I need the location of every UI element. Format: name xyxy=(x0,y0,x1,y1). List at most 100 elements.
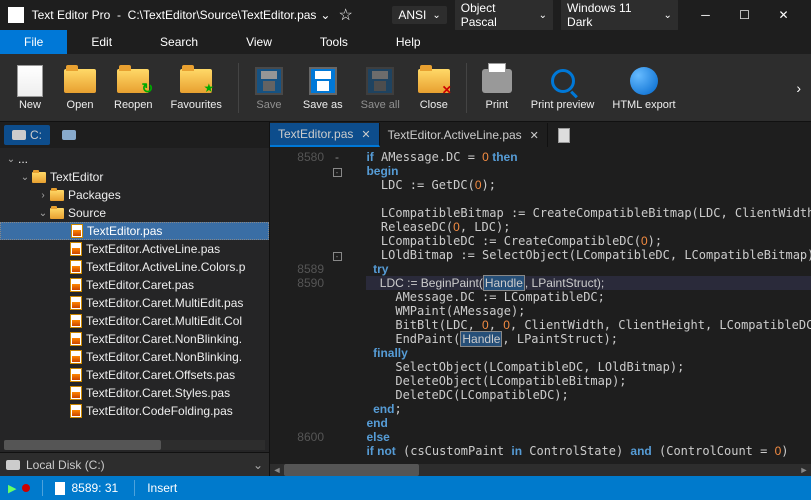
new-page-icon xyxy=(558,128,570,143)
folder-icon xyxy=(50,190,64,201)
menu-tools[interactable]: Tools xyxy=(296,30,372,54)
code-area[interactable]: if AMessage.DC = 0 then begin LDC := Get… xyxy=(344,148,811,476)
save-as-icon xyxy=(309,67,337,95)
globe-icon xyxy=(630,67,658,95)
close-button[interactable]: ✕ xyxy=(764,0,803,30)
tree-file[interactable]: TextEditor.Caret.MultiEdit.pas xyxy=(0,294,269,312)
side-panel: C: ⌄... ⌄TextEditor ›Packages ⌄Source Te… xyxy=(0,122,270,476)
editor-tabs: TextEditor.pas✕ TextEditor.ActiveLine.pa… xyxy=(270,122,811,148)
tree-file[interactable]: TextEditor.ActiveLine.pas xyxy=(0,240,269,258)
tree-file[interactable]: TextEditor.Caret.NonBlinking. xyxy=(0,330,269,348)
printer-icon xyxy=(482,69,512,93)
app-icon xyxy=(8,7,24,23)
magnifier-icon xyxy=(551,69,575,93)
title-dropdown[interactable]: ⌄ xyxy=(320,8,330,22)
print-preview-button[interactable]: Print preview xyxy=(523,63,603,113)
favourites-button[interactable]: Favourites xyxy=(163,63,230,113)
tree-file[interactable]: TextEditor.pas xyxy=(0,222,269,240)
minimize-button[interactable]: ─ xyxy=(686,0,725,30)
menu-search[interactable]: Search xyxy=(136,30,222,54)
line-gutter: 8580 85898590 8600 xyxy=(270,148,330,476)
menu-help[interactable]: Help xyxy=(372,30,445,54)
record-icon[interactable] xyxy=(22,484,30,492)
pascal-file-icon xyxy=(70,242,82,256)
tree-file[interactable]: TextEditor.Caret.pas xyxy=(0,276,269,294)
theme-combo[interactable]: Windows 11 Dark⌄ xyxy=(561,0,678,31)
pascal-file-icon xyxy=(70,278,82,292)
save-as-button[interactable]: Save as xyxy=(295,63,351,113)
tree-file[interactable]: TextEditor.Caret.NonBlinking. xyxy=(0,348,269,366)
folder-icon xyxy=(32,172,46,183)
reopen-button[interactable]: Reopen xyxy=(106,63,161,113)
html-export-button[interactable]: HTML export xyxy=(604,63,683,113)
fold-column[interactable]: -- - xyxy=(330,148,344,476)
print-button[interactable]: Print xyxy=(473,63,521,113)
ribbon-overflow[interactable]: › xyxy=(792,80,805,96)
tree-folder-root[interactable]: ⌄TextEditor xyxy=(0,168,269,186)
play-icon[interactable]: ▶ xyxy=(8,482,16,495)
close-tab-icon[interactable]: ✕ xyxy=(361,128,370,141)
folder-open-icon xyxy=(64,69,96,93)
save-button: Save xyxy=(245,63,293,113)
new-button[interactable]: New xyxy=(6,63,54,113)
drive-bar[interactable]: Local Disk (C:) ⌄ xyxy=(0,452,269,476)
tree-folder-source[interactable]: ⌄Source xyxy=(0,204,269,222)
drive-tab[interactable]: C: xyxy=(4,125,50,145)
menu-file[interactable]: File xyxy=(0,30,67,54)
ribbon: New Open Reopen Favourites Save Save as … xyxy=(0,54,811,122)
editor-tab-1[interactable]: TextEditor.pas✕ xyxy=(270,123,380,147)
new-file-icon xyxy=(17,65,43,97)
menu-view[interactable]: View xyxy=(222,30,296,54)
close-file-button[interactable]: Close xyxy=(410,63,458,113)
save-icon xyxy=(255,67,283,95)
pascal-file-icon xyxy=(70,314,82,328)
tree-folder-packages[interactable]: ›Packages xyxy=(0,186,269,204)
menubar: File Edit Search View Tools Help xyxy=(0,30,811,54)
panel-icon xyxy=(62,130,76,140)
drive-icon xyxy=(6,460,20,470)
page-icon xyxy=(55,482,65,495)
encoding-combo[interactable]: ANSI⌄ xyxy=(392,6,446,24)
new-tab-button[interactable] xyxy=(554,125,574,145)
side-tabs: C: xyxy=(0,122,269,148)
pascal-file-icon xyxy=(70,332,82,346)
tree-file[interactable]: TextEditor.Caret.MultiEdit.Col xyxy=(0,312,269,330)
tree-file[interactable]: TextEditor.Caret.Offsets.pas xyxy=(0,366,269,384)
pascal-file-icon xyxy=(70,386,82,400)
file-tree[interactable]: ⌄... ⌄TextEditor ›Packages ⌄Source TextE… xyxy=(0,148,269,452)
tree-file[interactable]: TextEditor.ActiveLine.Colors.p xyxy=(0,258,269,276)
other-tab[interactable] xyxy=(54,127,88,143)
pascal-file-icon xyxy=(70,368,82,382)
tree-file[interactable]: TextEditor.Caret.Styles.pas xyxy=(0,384,269,402)
maximize-button[interactable]: ☐ xyxy=(725,0,764,30)
titlebar: Text Editor Pro - C:\TextEditor\Source\T… xyxy=(0,0,811,30)
tree-file[interactable]: TextEditor.CodeFolding.pas xyxy=(0,402,269,420)
close-tab-icon[interactable]: ✕ xyxy=(530,129,539,142)
pascal-file-icon xyxy=(70,404,82,418)
tree-hscroll[interactable] xyxy=(4,440,265,450)
folder-reopen-icon xyxy=(117,69,149,93)
editor-panel: TextEditor.pas✕ TextEditor.ActiveLine.pa… xyxy=(270,122,811,476)
chevron-down-icon[interactable]: ⌄ xyxy=(253,458,263,472)
editor-tab-2[interactable]: TextEditor.ActiveLine.pas✕ xyxy=(380,123,548,147)
code-editor[interactable]: 8580 85898590 8600 -- - if AMessage.DC =… xyxy=(270,148,811,476)
pascal-file-icon xyxy=(70,296,82,310)
open-button[interactable]: Open xyxy=(56,63,104,113)
pascal-file-icon xyxy=(71,224,83,238)
folder-star-icon xyxy=(180,69,212,93)
save-all-button: Save all xyxy=(353,63,408,113)
editor-hscroll[interactable]: ◄► xyxy=(270,464,811,476)
language-combo[interactable]: Object Pascal⌄ xyxy=(455,0,553,31)
pascal-file-icon xyxy=(70,350,82,364)
status-position: 8589: 31 xyxy=(55,481,118,495)
tree-root-sep[interactable]: ⌄... xyxy=(0,150,269,168)
folder-icon xyxy=(50,208,64,219)
status-mode: Insert xyxy=(147,481,177,495)
drive-icon xyxy=(12,130,26,140)
folder-close-icon xyxy=(418,69,450,93)
statusbar: ▶ 8589: 31 Insert xyxy=(0,476,811,500)
menu-edit[interactable]: Edit xyxy=(67,30,136,54)
favourite-star-icon[interactable]: ☆ xyxy=(338,5,352,25)
save-all-icon xyxy=(366,67,394,95)
app-title: Text Editor Pro - C:\TextEditor\Source\T… xyxy=(32,8,317,22)
